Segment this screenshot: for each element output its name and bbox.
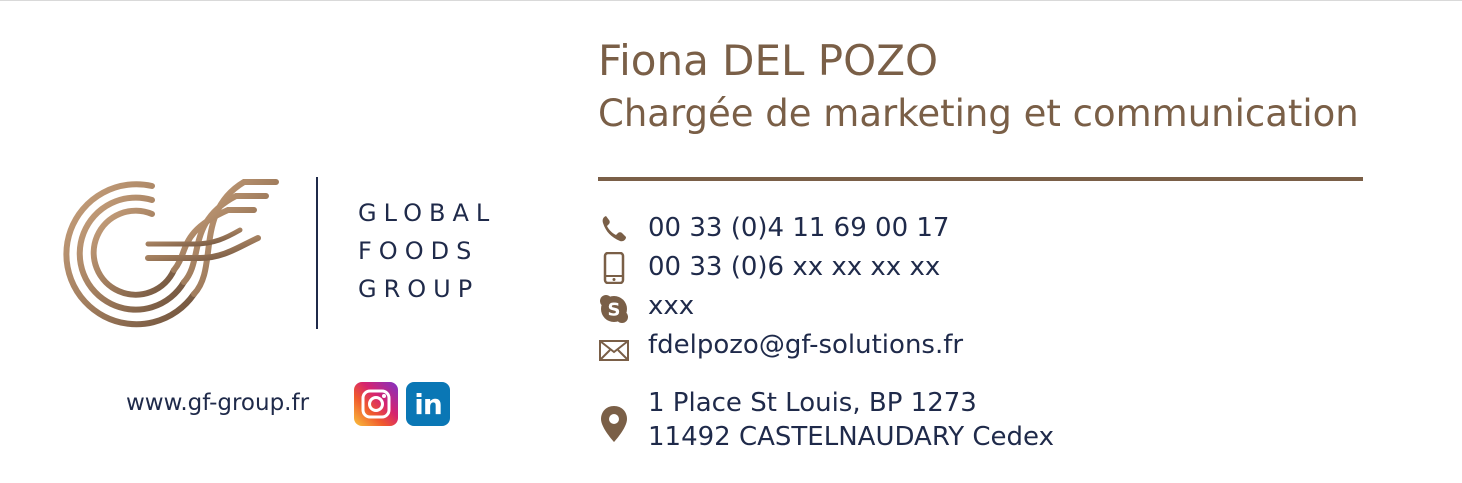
instagram-icon[interactable] xyxy=(354,382,398,426)
gf-logo-icon xyxy=(63,179,279,328)
logo-text-line-1: GLOBAL xyxy=(358,199,497,227)
email-icon xyxy=(599,340,629,361)
website-link[interactable]: www.gf-group.fr xyxy=(126,390,309,416)
logo-text-line-3: GROUP xyxy=(358,275,480,303)
phone-icon xyxy=(602,216,626,242)
linkedin-icon[interactable]: in xyxy=(406,382,450,426)
location-pin-icon xyxy=(601,406,627,442)
top-border xyxy=(0,0,1462,1)
svg-text:S: S xyxy=(608,300,621,321)
address-line-2: 11492 CASTELNAUDARY Cedex xyxy=(648,422,1054,452)
person-role: Chargée de marketing et communication xyxy=(598,92,1359,135)
divider-line xyxy=(598,177,1363,181)
logo-divider xyxy=(316,177,318,329)
address-line-1: 1 Place St Louis, BP 1273 xyxy=(648,388,977,418)
logo-text-line-2: FOODS xyxy=(358,237,479,265)
email-address[interactable]: fdelpozo@gf-solutions.fr xyxy=(648,332,963,358)
mobile-number[interactable]: 00 33 (0)6 xx xx xx xx xyxy=(648,254,940,280)
person-name: Fiona DEL POZO xyxy=(598,36,939,85)
skype-icon: S xyxy=(600,295,628,323)
instagram-glyph-icon xyxy=(361,389,391,419)
phone-number[interactable]: 00 33 (0)4 11 69 00 17 xyxy=(648,215,949,241)
skype-handle[interactable]: xxx xyxy=(648,293,694,319)
mobile-phone-icon xyxy=(603,252,625,284)
